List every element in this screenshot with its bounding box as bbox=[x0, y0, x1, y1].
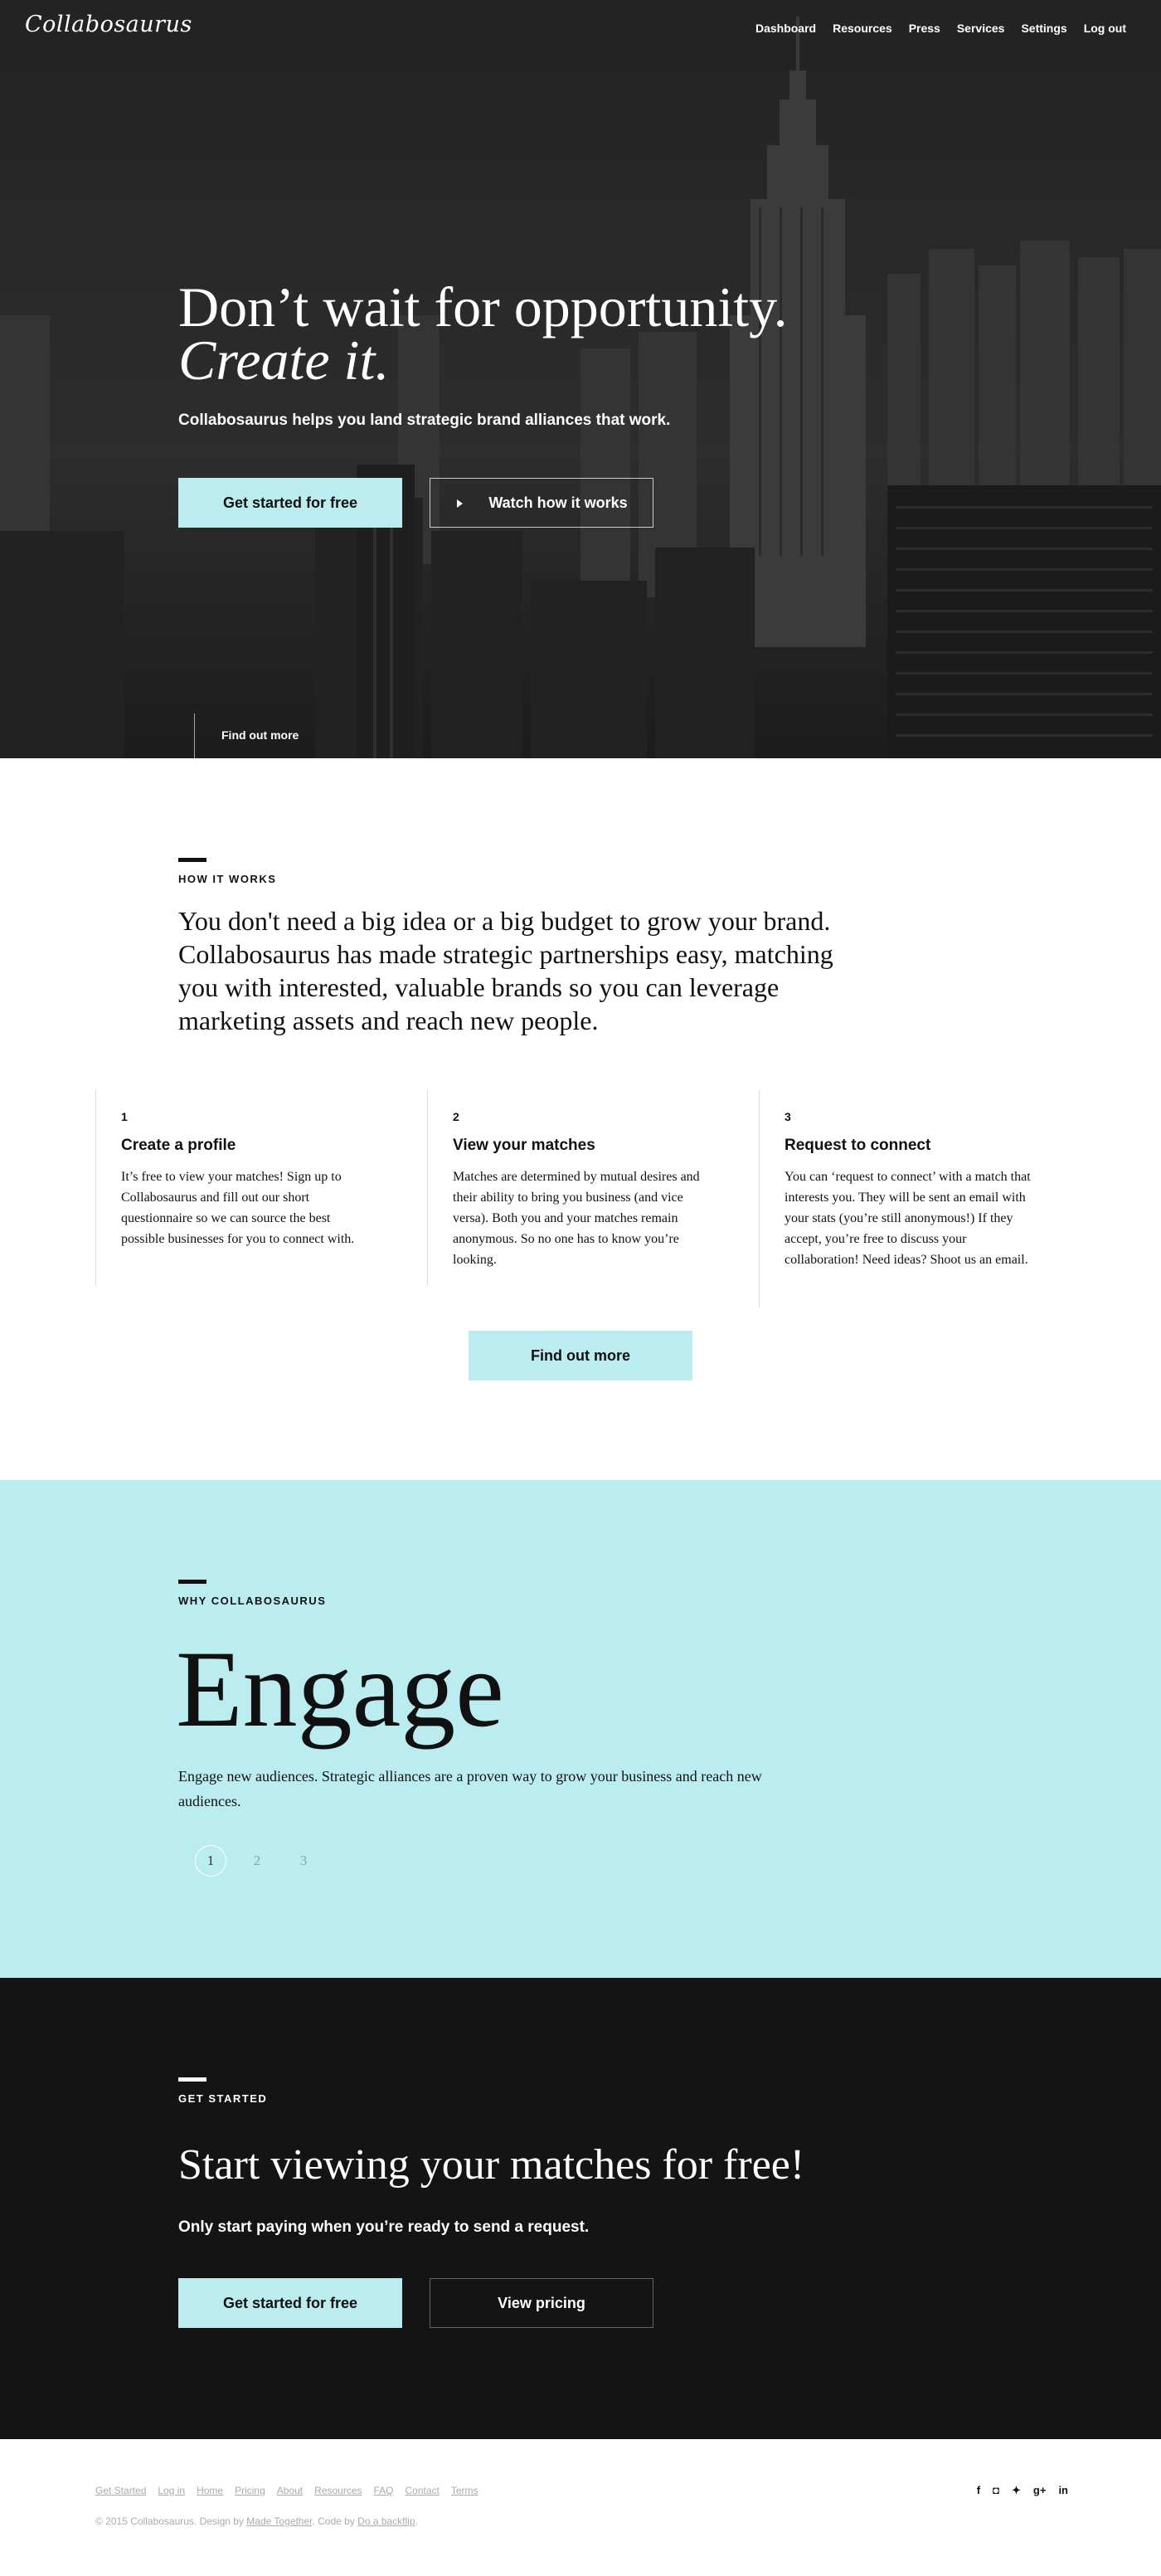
footer-link-faq[interactable]: FAQ bbox=[374, 2485, 394, 2496]
google-plus-icon[interactable]: g+ bbox=[1033, 2484, 1047, 2497]
nav-link-resources[interactable]: Resources bbox=[833, 22, 892, 35]
step-text: It’s free to view your matches! Sign up … bbox=[121, 1170, 355, 1246]
footer-link-get-started[interactable]: Get Started bbox=[95, 2485, 146, 2496]
view-pricing-button-label: View pricing bbox=[498, 2294, 585, 2311]
why-eyebrow: WHY COLLABOSAURUS bbox=[178, 1595, 327, 1607]
nav-link-services[interactable]: Services bbox=[957, 22, 1005, 35]
step-title: Request to connect bbox=[785, 1137, 931, 1154]
step-card: 2 View your matches Matches are determin… bbox=[427, 1090, 706, 1285]
footer-link-contact[interactable]: Contact bbox=[406, 2485, 440, 2496]
hero-subtitle: Collabosaurus helps you land strategic b… bbox=[178, 411, 671, 429]
step-number: 1 bbox=[121, 1110, 128, 1123]
get-started-subtitle: Only start paying when you’re ready to s… bbox=[178, 2218, 590, 2236]
find-out-more-button[interactable]: Find out more bbox=[469, 1331, 692, 1381]
step-text: You can ‘request to connect’ with a matc… bbox=[785, 1170, 1031, 1267]
hero-section: Collabosaurus Dashboard Resources Press … bbox=[0, 0, 1161, 758]
hero-title: Don’t wait for opportunity. Create it. bbox=[178, 279, 788, 392]
get-started-section: GET STARTED Start viewing your matches f… bbox=[0, 1978, 1161, 2439]
hero-title-line2: Create it. bbox=[178, 329, 390, 392]
linkedin-icon[interactable]: in bbox=[1058, 2484, 1068, 2497]
step-number: 3 bbox=[785, 1110, 791, 1123]
facebook-icon[interactable]: f bbox=[977, 2484, 980, 2497]
step-card: 1 Create a profile It’s free to view you… bbox=[95, 1090, 374, 1285]
nav-link-press[interactable]: Press bbox=[909, 22, 940, 35]
how-description: You don't need a big idea or a big budge… bbox=[178, 906, 833, 1035]
step-number: 2 bbox=[453, 1110, 459, 1123]
logo[interactable]: Collabosaurus bbox=[25, 12, 192, 37]
play-icon bbox=[457, 499, 463, 508]
section-rule bbox=[178, 1580, 206, 1584]
step-card: 3 Request to connect You can ‘request to… bbox=[759, 1090, 1037, 1307]
step-title: Create a profile bbox=[121, 1137, 236, 1154]
footer-link-resources[interactable]: Resources bbox=[314, 2485, 362, 2496]
why-headline: Engage bbox=[176, 1628, 504, 1750]
why-text: Engage new audiences. Strategic alliance… bbox=[178, 1768, 762, 1809]
get-started-free-button[interactable]: Get started for free bbox=[178, 2278, 402, 2328]
code-credit-prefix: . Code by bbox=[312, 2515, 358, 2527]
twitter-icon[interactable]: ✦ bbox=[1012, 2484, 1021, 2497]
design-credit-link[interactable]: Made Together bbox=[246, 2515, 312, 2527]
how-eyebrow: HOW IT WORKS bbox=[178, 873, 277, 885]
section-rule bbox=[178, 2077, 206, 2082]
why-section: WHY COLLABOSAURUS Engage Engage new audi… bbox=[0, 1480, 1161, 1978]
get-started-title: Start viewing your matches for free! bbox=[178, 2141, 805, 2189]
copyright: © 2015 Collabosaurus. Design by Made Tog… bbox=[95, 2515, 418, 2527]
footer-link-log-in[interactable]: Log in bbox=[158, 2485, 185, 2496]
nav-link-dashboard[interactable]: Dashboard bbox=[755, 22, 816, 35]
footer-link-pricing[interactable]: Pricing bbox=[235, 2485, 265, 2496]
copyright-suffix: . bbox=[415, 2515, 418, 2527]
section-rule bbox=[178, 858, 206, 862]
nav-links: Dashboard Resources Press Services Setti… bbox=[755, 22, 1126, 35]
nav-link-logout[interactable]: Log out bbox=[1084, 22, 1126, 35]
footer-link-about[interactable]: About bbox=[277, 2485, 303, 2496]
get-started-free-button-label: Get started for free bbox=[222, 2294, 358, 2311]
top-nav: Collabosaurus Dashboard Resources Press … bbox=[0, 0, 1161, 60]
nav-link-settings[interactable]: Settings bbox=[1021, 22, 1066, 35]
copyright-prefix: © 2015 Collabosaurus. Design by bbox=[95, 2515, 247, 2527]
instagram-icon[interactable]: ◘ bbox=[993, 2484, 999, 2497]
step-title: View your matches bbox=[453, 1137, 595, 1154]
get-started-eyebrow: GET STARTED bbox=[178, 2092, 268, 2105]
slide-dot-3[interactable]: 3 bbox=[288, 1845, 319, 1877]
footer-link-terms[interactable]: Terms bbox=[451, 2485, 478, 2496]
slide-dot-2[interactable]: 2 bbox=[241, 1845, 273, 1877]
slide-dot-1[interactable]: 1 bbox=[195, 1845, 226, 1877]
social-links: f ◘ ✦ g+ in bbox=[977, 2484, 1068, 2497]
slide-pagination: 1 2 3 bbox=[195, 1845, 319, 1877]
footer-link-home[interactable]: Home bbox=[197, 2485, 223, 2496]
find-out-more-button-label: Find out more bbox=[531, 1346, 630, 1364]
step-text: Matches are determined by mutual desires… bbox=[453, 1170, 700, 1267]
get-started-button[interactable]: Get started for free bbox=[178, 478, 402, 528]
view-pricing-button[interactable]: View pricing bbox=[430, 2278, 653, 2328]
code-credit-link[interactable]: Do a backflip bbox=[357, 2515, 415, 2527]
watch-video-button[interactable]: Watch how it works bbox=[430, 478, 653, 528]
watch-video-button-label: Watch how it works bbox=[488, 494, 628, 511]
get-started-button-label: Get started for free bbox=[222, 494, 358, 511]
find-out-more-link[interactable]: Find out more bbox=[194, 713, 299, 758]
footer-links: Get Started Log in Home Pricing About Re… bbox=[95, 2485, 478, 2496]
